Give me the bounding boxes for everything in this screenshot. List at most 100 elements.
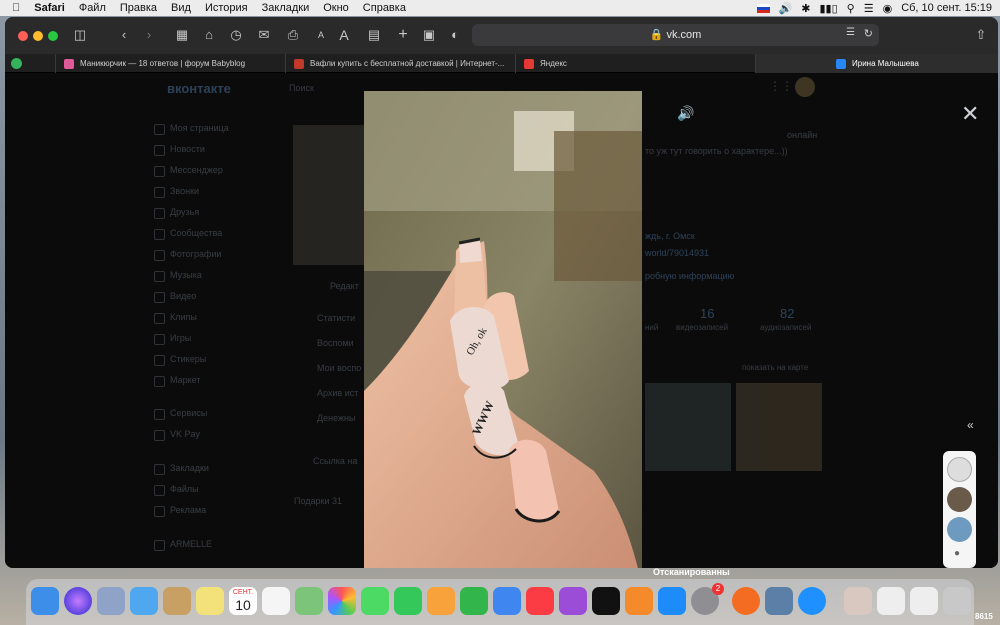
- tab-yandex[interactable]: Яндекс: [515, 54, 755, 73]
- vk-logo[interactable]: вконтакте: [167, 81, 231, 96]
- tab-babyblog[interactable]: Маникюрчик — 18 ответов | форум Babyblog: [55, 54, 285, 73]
- sidebar-item[interactable]: Видео: [153, 291, 196, 303]
- minimize-window-button[interactable]: [33, 31, 43, 41]
- sidebar-item[interactable]: Стикеры: [153, 354, 206, 366]
- sidebar-item[interactable]: Файлы: [154, 484, 199, 496]
- sidebar-item[interactable]: Закладки: [154, 463, 209, 475]
- recent-file-icon[interactable]: [877, 587, 905, 615]
- profile-link[interactable]: world/79014931: [645, 248, 709, 258]
- apps-grid-icon[interactable]: ⋮⋮: [769, 79, 793, 93]
- sidebar-item[interactable]: Сервисы: [153, 408, 207, 420]
- privacy-icon[interactable]: ◐: [446, 26, 464, 44]
- bluetooth-icon[interactable]: ✱: [801, 2, 810, 15]
- reminders-icon[interactable]: [262, 587, 290, 615]
- apple-menu-icon[interactable]: : [12, 2, 20, 14]
- photo-thumb[interactable]: [736, 383, 822, 471]
- photo-thumb[interactable]: [645, 383, 731, 471]
- sidebar-item[interactable]: Игры: [153, 333, 191, 345]
- numbers-icon[interactable]: [460, 587, 488, 615]
- player-icon[interactable]: [732, 587, 760, 615]
- chat-icon[interactable]: ●: [954, 548, 960, 559]
- menu-help[interactable]: Справка: [363, 2, 406, 14]
- tab-waffles[interactable]: Вафли купить с бесплатной доставкой | Ин…: [285, 54, 515, 73]
- menu-view[interactable]: Вид: [171, 2, 191, 14]
- safari-dock-icon[interactable]: [798, 587, 826, 615]
- music-icon[interactable]: [526, 587, 554, 615]
- close-window-button[interactable]: [18, 31, 28, 41]
- address-bar[interactable]: 🔒 vk.com ☰ ↻: [472, 24, 879, 46]
- app-store-icon[interactable]: [658, 587, 686, 615]
- trash-icon[interactable]: [943, 587, 971, 615]
- siri-icon[interactable]: ◉: [883, 2, 893, 15]
- clock[interactable]: Сб, 10 сент. 15:19: [901, 2, 992, 14]
- collapse-chat-icon[interactable]: «: [967, 418, 974, 432]
- calendar-icon[interactable]: СЕНТ. 10: [229, 587, 257, 615]
- profile-menu-item[interactable]: Денежны: [317, 413, 355, 423]
- edit-button[interactable]: Редакт: [330, 281, 359, 291]
- volume-icon[interactable]: 🔊: [779, 2, 793, 15]
- preview-icon[interactable]: [765, 587, 793, 615]
- notes-icon[interactable]: [196, 587, 224, 615]
- sidebar-item[interactable]: Моя страница: [154, 123, 229, 135]
- profile-menu-item[interactable]: Воспоми: [317, 338, 354, 348]
- profile-menu-item[interactable]: Архив ист: [317, 388, 358, 398]
- show-map-link[interactable]: показать на карте: [742, 363, 808, 372]
- history-icon[interactable]: ◷: [227, 26, 245, 44]
- sidebar-item[interactable]: Друзья: [153, 207, 199, 219]
- ruler-icon[interactable]: ▤: [365, 26, 383, 44]
- sidebar-item[interactable]: VK Pay: [153, 429, 200, 441]
- menu-edit[interactable]: Правка: [120, 2, 157, 14]
- profile-avatar[interactable]: [293, 125, 373, 265]
- mail-dock-icon[interactable]: [130, 587, 158, 615]
- books-icon[interactable]: [625, 587, 653, 615]
- home-icon[interactable]: ⌂: [200, 26, 218, 44]
- battery-icon[interactable]: ▮▮▯: [819, 2, 837, 15]
- forward-icon[interactable]: ›: [140, 26, 158, 44]
- share-icon[interactable]: ⇧: [972, 26, 990, 44]
- input-source-icon[interactable]: [756, 3, 770, 13]
- zoom-window-button[interactable]: [48, 31, 58, 41]
- stat-video-count[interactable]: 16: [700, 306, 714, 321]
- grid-icon[interactable]: ▦: [173, 26, 191, 44]
- messages-icon[interactable]: [361, 587, 389, 615]
- launchpad-icon[interactable]: [97, 587, 125, 615]
- chat-avatar[interactable]: [947, 517, 972, 542]
- sidebar-item[interactable]: Мессенджер: [154, 165, 223, 177]
- contacts-icon[interactable]: [163, 587, 191, 615]
- print-icon[interactable]: ⎙: [284, 26, 302, 44]
- extension-icon[interactable]: [11, 58, 22, 69]
- podcasts-icon[interactable]: [559, 587, 587, 615]
- sound-icon[interactable]: 🔊: [677, 105, 694, 122]
- sidebar-item[interactable]: Звонки: [153, 186, 199, 198]
- vk-search[interactable]: Поиск: [289, 83, 314, 93]
- maps-icon[interactable]: [295, 587, 323, 615]
- menu-window[interactable]: Окно: [323, 2, 349, 14]
- text-smaller-icon[interactable]: A: [312, 26, 330, 44]
- chat-avatar[interactable]: [947, 487, 972, 512]
- stat-audio-count[interactable]: 82: [780, 306, 794, 321]
- close-viewer-icon[interactable]: ✕: [961, 103, 979, 125]
- sidebar-icon[interactable]: ◫: [71, 26, 89, 44]
- reload-icon[interactable]: ↻: [864, 27, 873, 40]
- tabs-overview-icon[interactable]: ▣: [420, 26, 438, 44]
- sidebar-item[interactable]: Маркет: [153, 375, 200, 387]
- sidebar-item[interactable]: Реклама: [153, 505, 206, 517]
- user-avatar[interactable]: [795, 77, 815, 97]
- sidebar-item[interactable]: Музыка: [154, 270, 202, 282]
- sidebar-item[interactable]: ARMELLE: [153, 539, 212, 551]
- menu-bookmarks[interactable]: Закладки: [262, 2, 310, 14]
- menu-file[interactable]: Файл: [79, 2, 106, 14]
- finder-icon[interactable]: [31, 587, 59, 615]
- photo-viewer-image[interactable]: Oh, ok WWW: [364, 91, 642, 568]
- facetime-icon[interactable]: [394, 587, 422, 615]
- text-bigger-icon[interactable]: A: [335, 26, 353, 44]
- translate-icon[interactable]: ☰: [846, 27, 855, 38]
- keynote-icon[interactable]: [493, 587, 521, 615]
- desktop-file-label[interactable]: Отсканированны: [653, 567, 730, 577]
- search-icon[interactable]: ⚲: [847, 2, 855, 15]
- chat-avatar[interactable]: [947, 457, 972, 482]
- recent-file-icon[interactable]: [844, 587, 872, 615]
- recent-file-icon[interactable]: [910, 587, 938, 615]
- sidebar-item[interactable]: Фотографии: [153, 249, 221, 261]
- profile-city[interactable]: ждь, г. Омск: [645, 231, 695, 241]
